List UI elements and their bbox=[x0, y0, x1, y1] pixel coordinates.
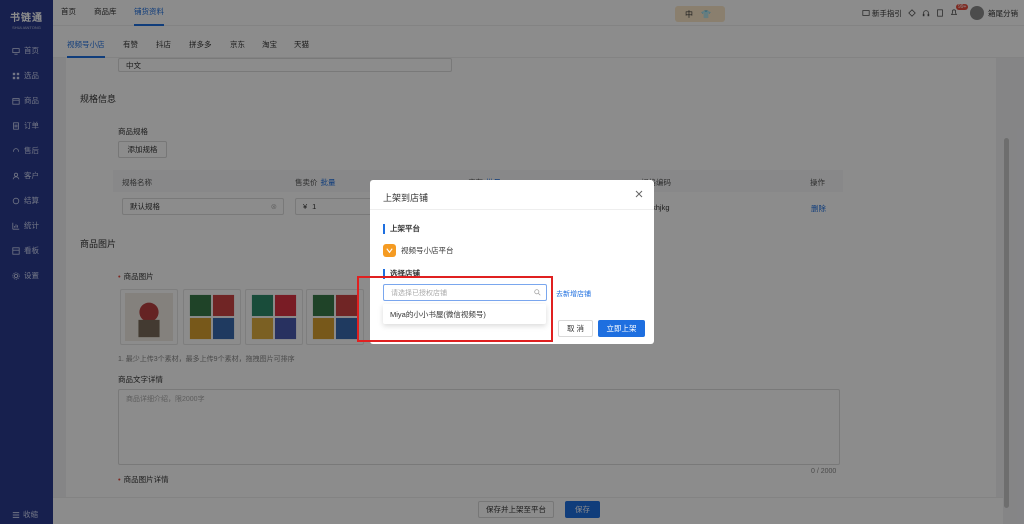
highlight-box bbox=[357, 276, 553, 342]
modal-divider bbox=[370, 209, 654, 210]
platform-option: 视频号小店平台 bbox=[383, 244, 454, 257]
modal-title: 上架到店铺 bbox=[383, 193, 429, 203]
publish-now-button[interactable]: 立即上架 bbox=[598, 320, 645, 337]
platform-label: 上架平台 bbox=[383, 224, 420, 234]
platform-name: 视频号小店平台 bbox=[401, 246, 454, 255]
close-icon[interactable] bbox=[634, 189, 644, 199]
add-store-link[interactable]: 去新增店铺 bbox=[556, 289, 591, 299]
cancel-button[interactable]: 取 消 bbox=[558, 320, 593, 337]
video-shop-icon bbox=[383, 244, 396, 257]
